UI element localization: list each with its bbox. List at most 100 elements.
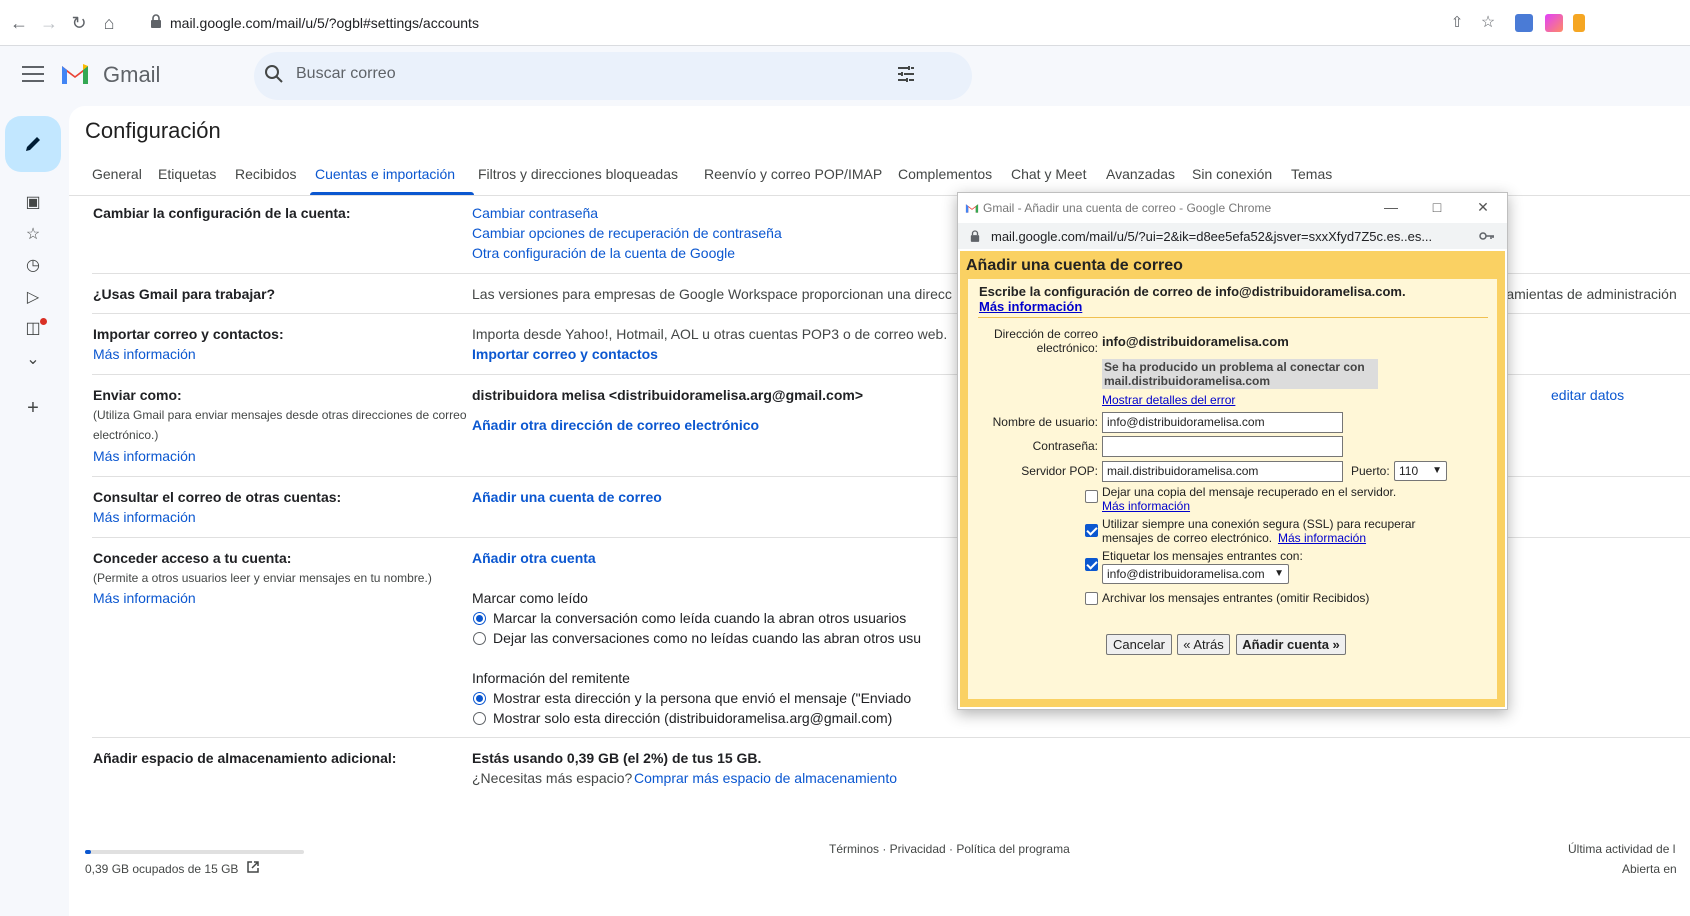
search-options-icon[interactable] xyxy=(896,64,916,84)
leave-copy-more-info-link[interactable]: Más información xyxy=(1102,499,1190,513)
dialog-intro-more-info-link[interactable]: Más información xyxy=(979,299,1082,314)
archive-checkbox[interactable] xyxy=(1085,592,1098,605)
reload-icon[interactable]: ↻ xyxy=(68,12,90,34)
grant-access-more-info-link[interactable]: Más información xyxy=(93,590,196,606)
lock-icon[interactable] xyxy=(150,14,162,28)
google-account-settings-link[interactable]: Otra configuración de la cuenta de Googl… xyxy=(472,245,735,261)
grant-access-label: Conceder acceso a tu cuenta: xyxy=(93,550,292,566)
add-label-icon[interactable]: + xyxy=(23,398,43,418)
buy-storage-link[interactable]: Comprar más espacio de almacenamiento xyxy=(634,770,897,786)
inbox-icon[interactable]: ▣ xyxy=(23,193,43,213)
send-as-more-info-link[interactable]: Más información xyxy=(93,448,196,464)
sender-info-radio-1[interactable] xyxy=(473,692,486,705)
send-as-address: distribuidora melisa <distribuidoramelis… xyxy=(472,387,863,403)
port-select[interactable]: 110 ▼ xyxy=(1394,461,1447,481)
import-more-info-link[interactable]: Más información xyxy=(93,346,196,362)
tab-themes[interactable]: Temas xyxy=(1291,166,1332,182)
maximize-icon[interactable]: □ xyxy=(1427,197,1447,217)
username-label: Nombre de usuario: xyxy=(992,415,1098,429)
grant-access-description: (Permite a otros usuarios leer y enviar … xyxy=(93,571,432,585)
storage-question: ¿Necesitas más espacio? xyxy=(472,770,633,786)
pencil-icon xyxy=(26,137,40,151)
pop-server-label: Servidor POP: xyxy=(1021,464,1098,478)
ssl-more-info-link[interactable]: Más información xyxy=(1278,531,1366,545)
search-icon[interactable] xyxy=(264,64,284,84)
work-label: ¿Usas Gmail para trabajar? xyxy=(93,286,276,302)
add-mail-account-link[interactable]: Añadir una cuenta de correo xyxy=(472,489,662,505)
label-incoming-select-value: info@distribuidoramelisa.com xyxy=(1107,567,1265,581)
cancel-button[interactable]: Cancelar xyxy=(1106,634,1172,655)
dialog-divider xyxy=(978,317,1488,318)
share-icon[interactable]: ⇧ xyxy=(1446,12,1468,34)
drafts-badge xyxy=(40,318,47,325)
popup-address-bar[interactable]: mail.google.com/mail/u/5/?ui=2&ik=d8ee5e… xyxy=(958,223,1507,249)
search-input[interactable]: Buscar correo xyxy=(296,65,396,83)
storage-progress-fill xyxy=(85,850,91,854)
mark-read-option-2: Dejar las conversaciones como no leídas … xyxy=(493,630,922,646)
add-another-address-link[interactable]: Añadir otra dirección de correo electrón… xyxy=(472,417,759,433)
sender-info-radio-2[interactable] xyxy=(473,712,486,725)
close-icon[interactable]: ✕ xyxy=(1473,197,1493,217)
leave-copy-label: Dejar una copia del mensaje recuperado e… xyxy=(1102,485,1397,499)
error-line1: Se ha producido un problema al conectar … xyxy=(1104,360,1365,374)
footer-links[interactable]: Términos · Privacidad · Política del pro… xyxy=(829,842,1070,856)
gmail-favicon-icon xyxy=(965,204,979,213)
home-icon[interactable]: ⌂ xyxy=(98,12,120,34)
tab-labels[interactable]: Etiquetas xyxy=(158,166,216,182)
extension-icon[interactable] xyxy=(1515,14,1533,32)
extension-icon[interactable] xyxy=(1545,14,1563,32)
tab-chat[interactable]: Chat y Meet xyxy=(1011,166,1086,182)
pop-server-input[interactable]: mail.distribuidoramelisa.com xyxy=(1102,461,1343,482)
tab-forwarding[interactable]: Reenvío y correo POP/IMAP xyxy=(704,166,882,182)
tab-advanced[interactable]: Avanzadas xyxy=(1106,166,1175,182)
port-select-value: 110 xyxy=(1399,464,1419,478)
import-mail-contacts-link[interactable]: Importar correo y contactos xyxy=(472,346,658,362)
add-another-account-link[interactable]: Añadir otra cuenta xyxy=(472,550,596,566)
clock-icon[interactable]: ◷ xyxy=(23,256,43,276)
mark-read-radio-1[interactable] xyxy=(473,612,486,625)
gmail-logo-icon[interactable] xyxy=(60,62,90,84)
change-recovery-link[interactable]: Cambiar opciones de recuperación de cont… xyxy=(472,225,782,241)
minimize-icon[interactable]: — xyxy=(1381,197,1401,217)
tab-general[interactable]: General xyxy=(92,166,142,182)
tab-filters[interactable]: Filtros y direcciones bloqueadas xyxy=(478,166,678,182)
back-button[interactable]: « Atrás xyxy=(1177,634,1230,655)
open-external-icon[interactable] xyxy=(246,860,260,874)
back-arrow-icon[interactable]: ← xyxy=(8,12,30,34)
show-error-details-link[interactable]: Mostrar detalles del error xyxy=(1102,393,1235,407)
change-password-link[interactable]: Cambiar contraseña xyxy=(472,205,598,221)
sender-info-title: Información del remitente xyxy=(472,670,630,686)
edit-info-link[interactable]: editar datos xyxy=(1551,387,1624,403)
tab-offline[interactable]: Sin conexión xyxy=(1192,166,1272,182)
label-incoming-checkbox[interactable] xyxy=(1085,558,1098,571)
address-bar-url: mail.google.com/mail/u/5/?ogbl#settings/… xyxy=(170,15,479,31)
ssl-checkbox[interactable] xyxy=(1085,524,1098,537)
check-mail-more-info-link[interactable]: Más información xyxy=(93,509,196,525)
gmail-logo-text: Gmail xyxy=(103,62,161,87)
forward-arrow-icon[interactable]: → xyxy=(38,12,60,34)
leave-copy-checkbox[interactable] xyxy=(1085,490,1098,503)
tab-inbox[interactable]: Recibidos xyxy=(235,166,296,182)
compose-button[interactable] xyxy=(5,116,61,172)
account-settings-label: Cambiar la configuración de la cuenta: xyxy=(93,205,351,221)
email-label-line2: electrónico: xyxy=(1036,341,1098,355)
label-incoming-select[interactable]: info@distribuidoramelisa.com ▼ xyxy=(1102,564,1289,584)
tab-accounts[interactable]: Cuentas e importación xyxy=(315,166,455,182)
bookmark-star-icon[interactable]: ☆ xyxy=(1477,12,1499,34)
key-icon[interactable] xyxy=(1479,231,1495,241)
star-icon[interactable]: ☆ xyxy=(23,225,43,245)
username-input[interactable]: info@distribuidoramelisa.com xyxy=(1102,412,1343,433)
send-icon[interactable]: ▷ xyxy=(23,288,43,308)
ssl-label-line2: mensajes de correo electrónico. xyxy=(1102,531,1273,545)
tab-addons[interactable]: Complementos xyxy=(898,166,992,182)
popup-titlebar: Gmail - Añadir una cuenta de correo - Go… xyxy=(958,193,1507,223)
add-account-button[interactable]: Añadir cuenta » xyxy=(1236,634,1346,655)
password-input[interactable] xyxy=(1102,436,1343,457)
extension-icon[interactable] xyxy=(1573,14,1585,32)
import-label: Importar correo y contactos: xyxy=(93,326,284,342)
port-label: Puerto: xyxy=(1351,464,1390,478)
add-mail-account-popup: Gmail - Añadir una cuenta de correo - Go… xyxy=(957,192,1508,710)
mark-read-radio-2[interactable] xyxy=(473,632,486,645)
main-menu-icon[interactable] xyxy=(22,66,44,82)
chevron-down-icon[interactable]: ⌄ xyxy=(23,350,43,370)
